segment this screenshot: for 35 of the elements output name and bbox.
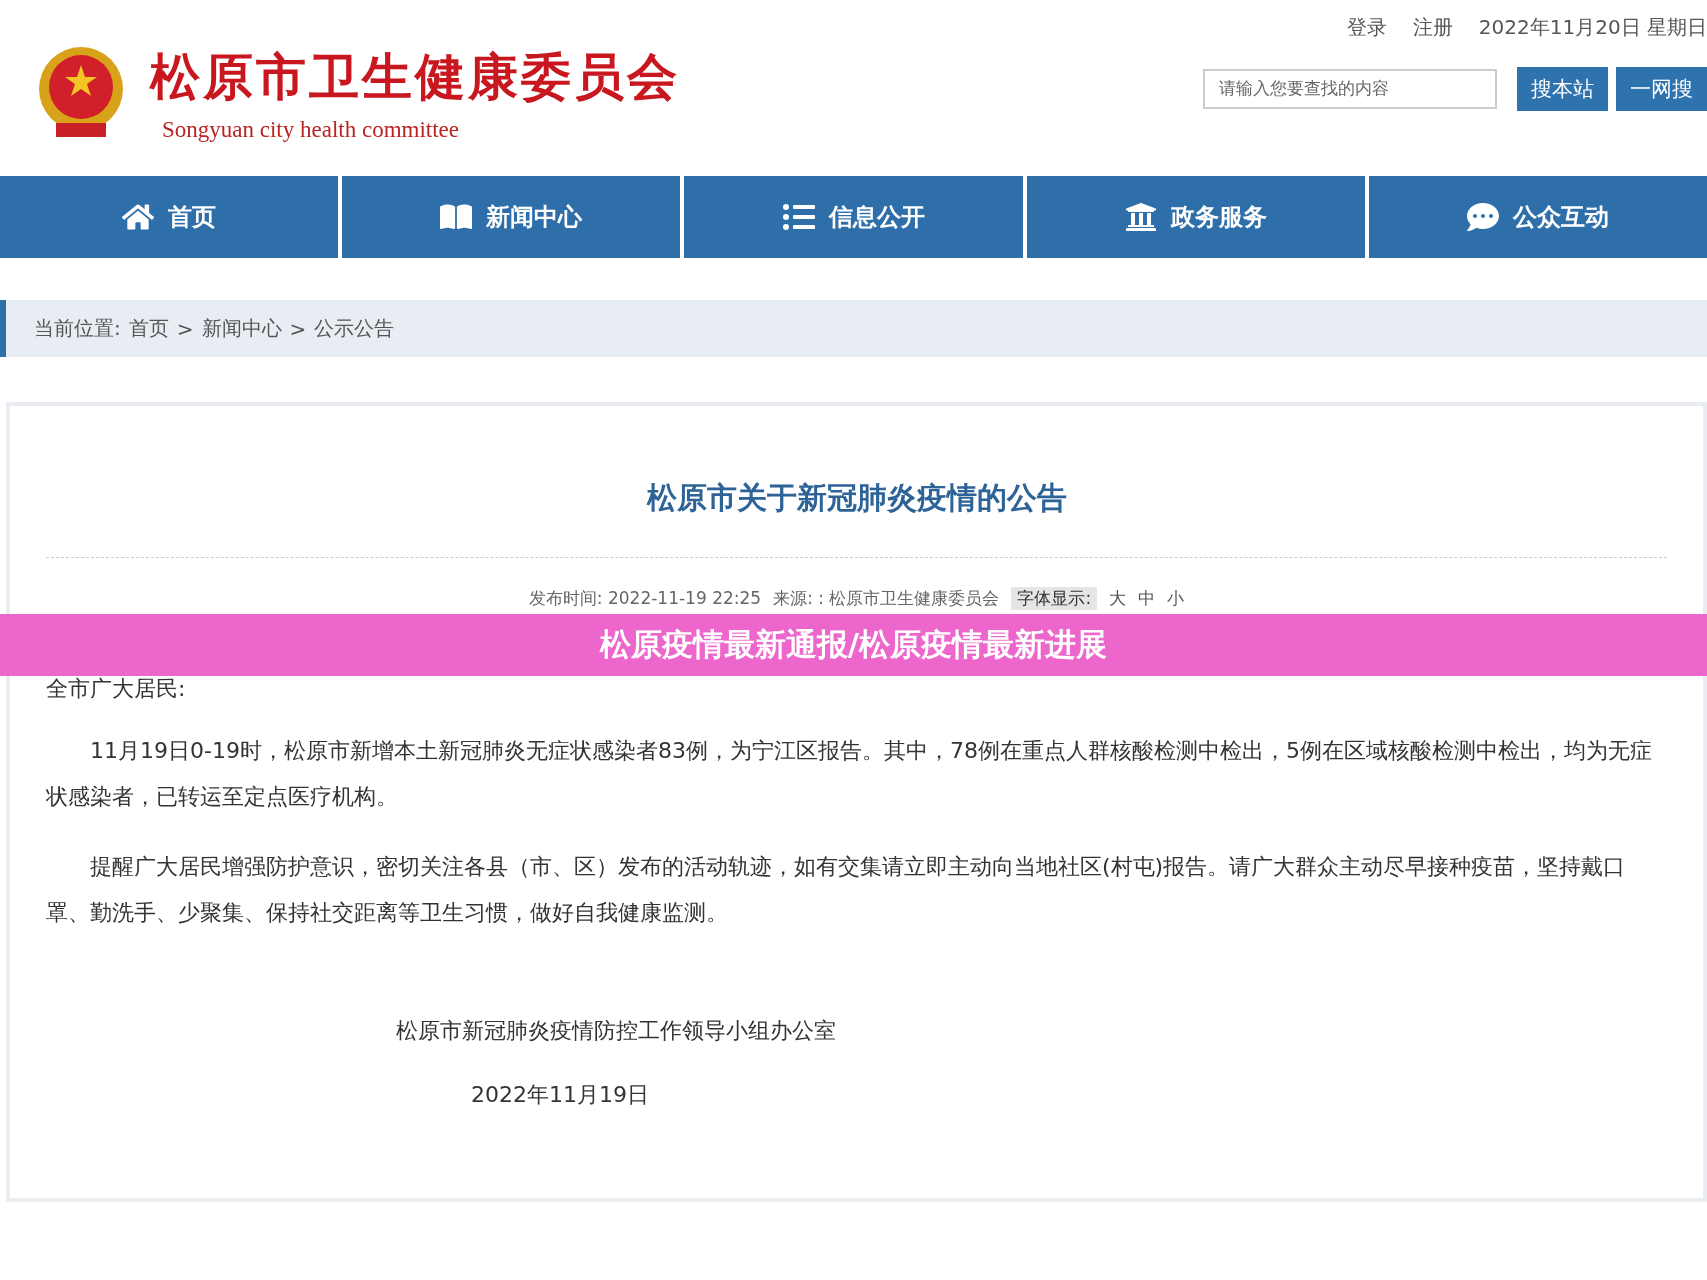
header-link[interactable]: 登录 (1346, 14, 1387, 41)
greeting: 全市广大居民: (46, 675, 187, 703)
chat-icon (1466, 201, 1499, 233)
font-size-link[interactable]: 小 (1167, 586, 1185, 610)
font-size-link[interactable]: 中 (1138, 586, 1156, 610)
breadcrumb-separator: > (289, 316, 307, 341)
nav-item[interactable]: 新闻中心 (342, 176, 681, 258)
nav-item[interactable]: 信息公开 (684, 176, 1023, 258)
signature: 松原市新冠肺炎疫情防控工作领导小组办公室 (395, 1017, 837, 1045)
breadcrumb-separator: > (176, 316, 194, 341)
list-icon (782, 201, 815, 233)
signature-date: 2022年11月19日 (470, 1081, 650, 1109)
article-paragraph: 提醒广大居民增强防护意识，密切关注各县（市、区）发布的活动轨迹，如有交集请立即主动向当地社区(村屯)报告。请广大群众主动尽早接种疫苗，坚持戴口罩、勤洗手、少聚集、保持社交距离等卫生习惯，做好自我健康监测。 (46, 853, 1627, 927)
nav-item[interactable]: 政务服务 (1026, 176, 1365, 258)
current-date: 2022年11月20日 星期日 (1478, 14, 1707, 41)
search-button[interactable]: 搜本站 (1517, 67, 1608, 111)
caption-banner: 松原疫情最新通报/松原疫情最新进展 (0, 614, 1707, 676)
search-button[interactable]: 一网搜 (1616, 67, 1707, 111)
site-title: 松原市卫生健康委员会 (150, 45, 680, 108)
header-link[interactable]: 注册 (1412, 14, 1453, 41)
font-size-link[interactable]: 大 (1109, 586, 1127, 610)
article-source: 来源: : 松原市卫生健康委员会 (773, 586, 1000, 610)
breadcrumb-label: 当前位置: (34, 315, 121, 342)
font-size-label: 字体显示: (1011, 586, 1098, 610)
search-field[interactable]: 请输入您要查找的内容 (1203, 69, 1497, 109)
bank-icon (1124, 201, 1157, 233)
breadcrumb-link[interactable]: 首页 (128, 315, 169, 342)
publish-time: 发布时间: 2022-11-19 22:25 (528, 586, 762, 610)
breadcrumb-link[interactable]: 新闻中心 (201, 315, 282, 342)
site-subtitle: Songyuan city health committee (161, 116, 460, 143)
nav-item[interactable]: 首页 (0, 176, 339, 258)
article-paragraph: 11月19日0-19时，松原市新增本土新冠肺炎无症状感染者83例，为宁江区报告。其中，78例在重点人群核酸检测中检出，5例在区域核酸检测中检出，均为无症状感染者，已转运至定点医疗机构。 (46, 737, 1653, 811)
breadcrumb-link[interactable]: 公示公告 (314, 315, 395, 342)
nav-item[interactable]: 公众互动 (1368, 176, 1707, 258)
article-title: 松原市关于新冠肺炎疫情的公告 (645, 479, 1068, 517)
